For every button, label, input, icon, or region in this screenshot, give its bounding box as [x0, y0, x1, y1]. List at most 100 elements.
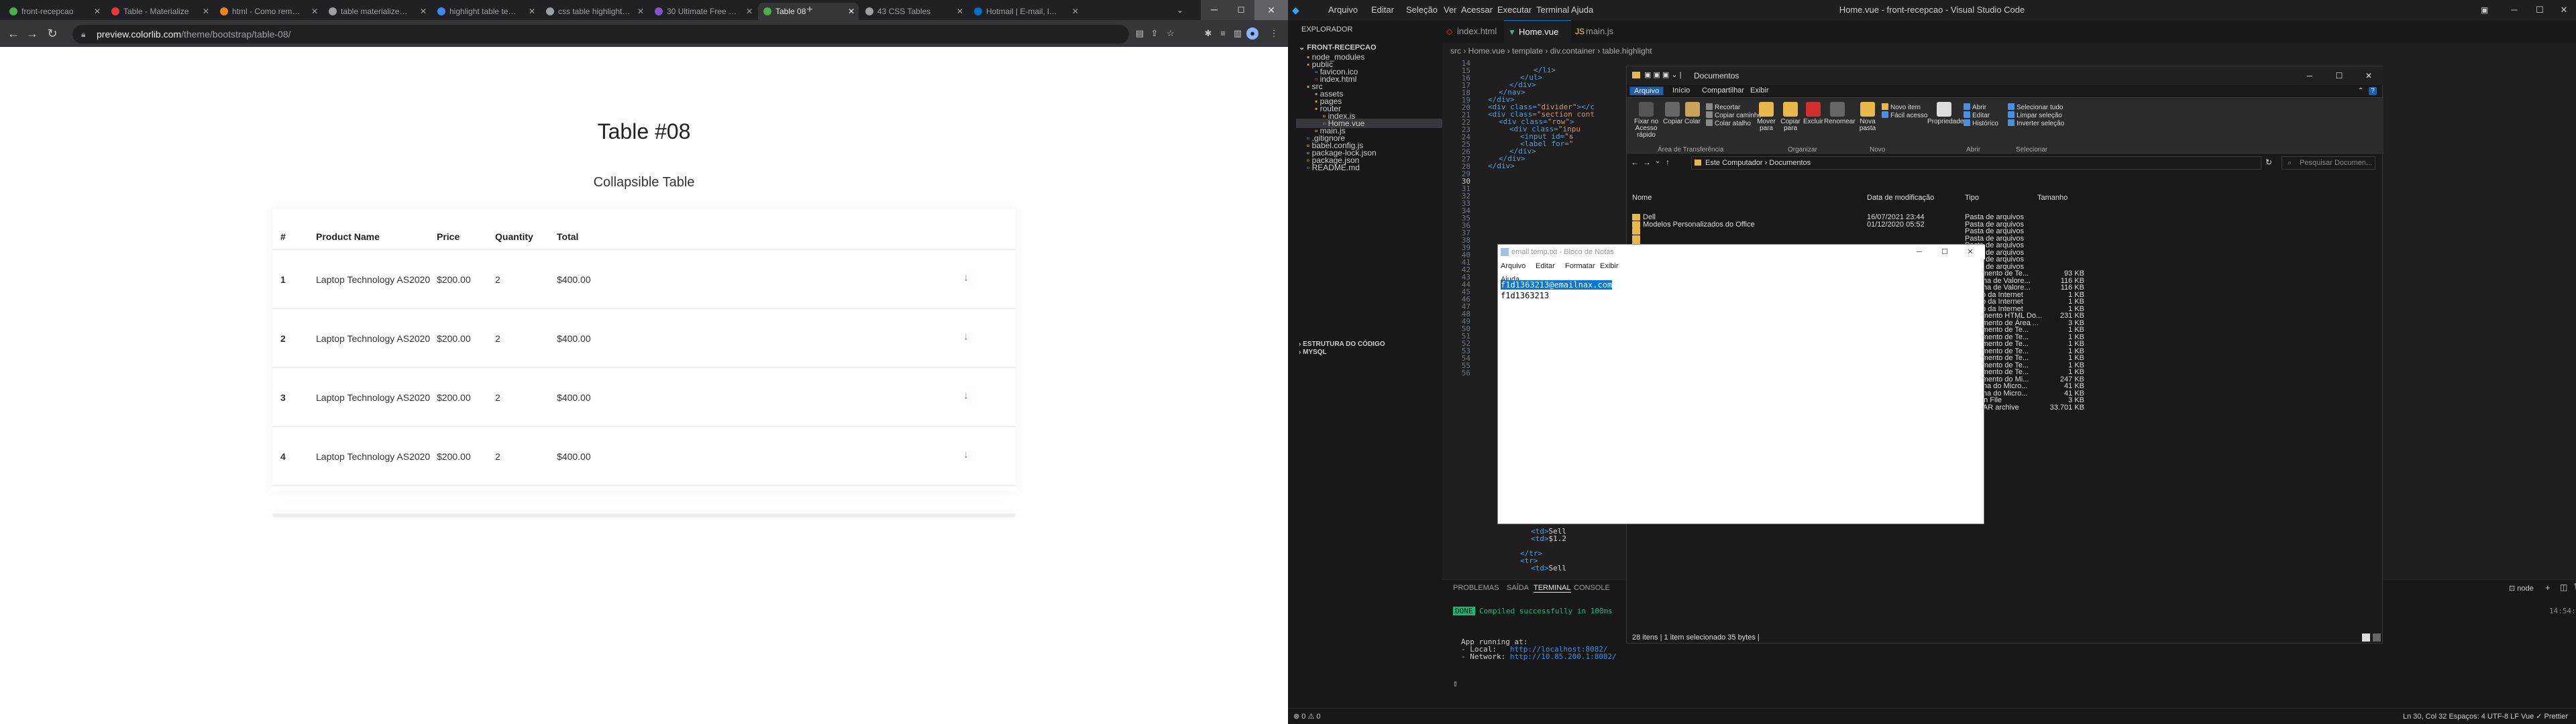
menu-item[interactable]: Ajuda: [1571, 0, 1593, 20]
ribbon-tab-view[interactable]: Exibir: [1750, 86, 1769, 95]
arrow-down-icon[interactable]: ↓: [963, 331, 969, 343]
up-button[interactable]: ↑: [1666, 158, 1670, 167]
paste-shortcut-button[interactable]: Colar atalho: [1706, 119, 1751, 127]
tab-console[interactable]: CONSOLE: [1574, 584, 1610, 592]
column-header-name[interactable]: Nome: [1632, 194, 1652, 202]
open-button[interactable]: Abrir: [1964, 103, 1986, 111]
maximize-button[interactable]: ☐: [2528, 0, 2552, 20]
rename-button[interactable]: Renomear: [1824, 102, 1856, 125]
properties-button[interactable]: Propriedades: [1927, 102, 1967, 125]
browser-menu-icon[interactable]: ⋮: [1268, 27, 1280, 40]
easy-access-button[interactable]: Fácil acesso: [1882, 111, 1928, 119]
translate-icon[interactable]: ▤: [1134, 27, 1146, 40]
browser-tab[interactable]: 30 Ultimate Free C… ✕: [649, 3, 757, 20]
trash-icon[interactable]: 🗑︎: [2573, 583, 2576, 592]
close-window-button[interactable]: ✕: [1958, 245, 1982, 259]
column-header-date[interactable]: Data de modificação: [1867, 194, 1934, 202]
address-bar[interactable]: 🔒︎ preview.colorlib.com/theme/bootstrap/…: [72, 25, 1129, 44]
menu-item[interactable]: Ver: [1444, 0, 1457, 20]
details-view-icon[interactable]: [2362, 634, 2370, 642]
minimize-button[interactable]: ─: [1907, 245, 1931, 259]
back-button[interactable]: ←: [1631, 158, 1639, 167]
tab-index-html[interactable]: ◇ index.html: [1442, 20, 1504, 43]
browser-tab[interactable]: html - Como rem… ✕: [215, 3, 322, 20]
arrow-down-icon[interactable]: ↓: [963, 390, 969, 402]
copy-to-button[interactable]: Copiar para: [1778, 102, 1803, 132]
invert-selection-button[interactable]: Inverter seleção: [2008, 119, 2064, 127]
close-tab-icon[interactable]: ✕: [203, 3, 209, 20]
extensions-icon[interactable]: ✱: [1202, 27, 1214, 40]
column-header-type[interactable]: Tipo: [1965, 194, 1979, 202]
cut-button[interactable]: Recortar: [1706, 103, 1740, 111]
menu-item[interactable]: Terminal: [1536, 0, 1569, 20]
terminal-selector[interactable]: ⊡ node: [2509, 584, 2534, 593]
refresh-button[interactable]: ↻: [2265, 158, 2272, 167]
tab-terminal[interactable]: TERMINAL: [1534, 584, 1571, 593]
mysql-section[interactable]: › MYSQL: [1299, 349, 1327, 356]
browser-tab[interactable]: Hotmail | E-mail, l… ✕: [969, 3, 1083, 20]
browser-tab[interactable]: css table highlight… ✕: [541, 3, 648, 20]
tree-item[interactable]: ▫ README.md: [1307, 163, 1360, 172]
menu-view[interactable]: Exibir: [1600, 259, 1619, 273]
forward-button[interactable]: →: [23, 24, 42, 43]
recent-locations-icon[interactable]: ⌄: [1655, 158, 1660, 165]
close-tab-icon[interactable]: ✕: [848, 3, 855, 20]
breadcrumb-item[interactable]: table.highlight: [1603, 46, 1652, 56]
minimize-button[interactable]: ─: [2295, 66, 2324, 85]
status-right-items[interactable]: Ln 30, Col 32 Espaços: 4 UTF-8 LF Vue ✓ …: [2403, 709, 2568, 724]
copy-path-button[interactable]: Copiar caminho: [1706, 111, 1762, 119]
reload-button[interactable]: ↻: [43, 24, 62, 43]
select-none-button[interactable]: Limpar seleção: [2008, 111, 2062, 119]
large-icons-view-icon[interactable]: [2373, 634, 2381, 642]
maximize-button[interactable]: ☐: [2324, 66, 2354, 85]
select-all-button[interactable]: Selecionar tudo: [2008, 103, 2063, 111]
new-folder-button[interactable]: Nova pasta: [1856, 102, 1879, 132]
close-tab-icon[interactable]: ✕: [1072, 3, 1079, 20]
breadcrumb-item[interactable]: div.container: [1550, 46, 1595, 56]
table-row[interactable]: 3 Laptop Technology AS2020 $200.00 2 $400.00…: [272, 367, 1016, 426]
path-bar[interactable]: Este Computador › Documentos: [1691, 156, 2261, 170]
table-horizontal-scrollbar[interactable]: [272, 514, 1016, 518]
problems-counter[interactable]: ⊗ 0 ⚠ 0: [1293, 709, 1320, 724]
close-tab-icon[interactable]: ✕: [94, 3, 101, 20]
close-window-button[interactable]: ✕: [2552, 0, 2576, 20]
close-window-button[interactable]: ✕: [1254, 0, 1288, 20]
ribbon-collapse-icon[interactable]: ⌃: [2358, 87, 2363, 95]
close-tab-icon[interactable]: ✕: [957, 3, 963, 20]
notepad-text-area[interactable]: f1d1363213@emailnax.com f1d1363213: [1501, 280, 1613, 301]
edit-button[interactable]: Editar: [1964, 111, 1990, 119]
ribbon-tab-file[interactable]: Arquivo: [1629, 86, 1664, 95]
network-url[interactable]: http://10.85.200.1:8082/: [1510, 652, 1617, 661]
quick-access-icons[interactable]: ▣ ▣ ▣ ⌄ |: [1644, 70, 1681, 79]
table-row[interactable]: 2 Laptop Technology AS2020 $200.00 2 $400.00…: [272, 308, 1016, 367]
menu-file[interactable]: Arquivo: [1501, 259, 1525, 273]
browser-tab[interactable]: table materialize… ✕: [323, 3, 431, 20]
reading-list-icon[interactable]: ≡: [1217, 27, 1229, 40]
new-item-button[interactable]: Novo item: [1882, 103, 1921, 111]
tab-main-js[interactable]: JS main.js: [1571, 20, 1625, 43]
arrow-down-icon[interactable]: ↓: [963, 449, 969, 461]
arrow-down-icon[interactable]: ↓: [963, 272, 969, 284]
forward-button[interactable]: →: [1643, 158, 1651, 167]
close-window-button[interactable]: ✕: [2354, 66, 2383, 85]
menu-item[interactable]: Seleção: [1406, 0, 1438, 20]
sidepanel-icon[interactable]: ▥: [1232, 27, 1244, 40]
minimize-button[interactable]: ─: [2502, 0, 2526, 20]
close-tab-icon[interactable]: ✕: [637, 3, 644, 20]
new-terminal-icon[interactable]: +: [2545, 583, 2551, 593]
browser-tab[interactable]: front-recepcao ✕: [4, 3, 105, 20]
menu-item[interactable]: Editar: [1371, 0, 1394, 20]
maximize-button[interactable]: ☐: [1933, 245, 1957, 259]
tab-search-icon[interactable]: ⌄: [1173, 3, 1187, 17]
path-segment[interactable]: Documentos: [1769, 159, 1811, 167]
breadcrumb-item[interactable]: template: [1512, 46, 1543, 56]
search-input[interactable]: ⌕ Pesquisar Documen...: [2282, 156, 2375, 170]
browser-tab[interactable]: Table - Materialize ✕: [106, 3, 213, 20]
tab-problems[interactable]: PROBLEMAS: [1453, 584, 1499, 592]
menu-item[interactable]: Acessar: [1461, 0, 1493, 20]
table-row[interactable]: 4 Laptop Technology AS2020 $200.00 2 $400.00…: [272, 426, 1016, 485]
path-segment[interactable]: Este Computador: [1705, 159, 1763, 167]
outline-section[interactable]: › ESTRUTURA DO CÓDIGO: [1299, 341, 1385, 348]
project-folder[interactable]: ⌄ FRONT-RECEPCAO: [1299, 43, 1377, 52]
paste-button[interactable]: Colar: [1683, 102, 1702, 125]
